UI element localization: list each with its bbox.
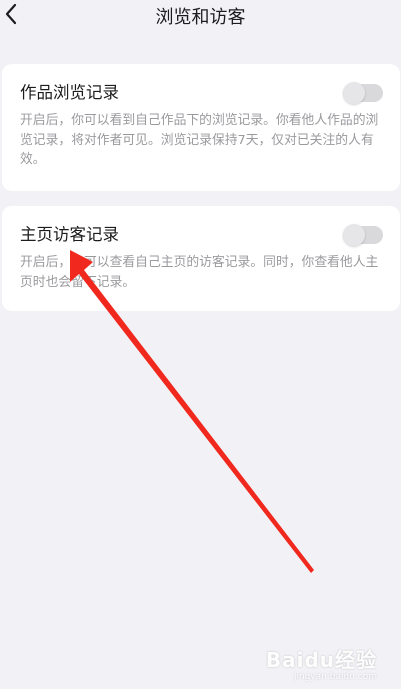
- setting-desc-homepage-visitors: 开启后，你可以查看自己主页的访客记录。同时，你查看他人主页时也会留下记录。: [20, 255, 379, 290]
- setting-card-homepage-visitors: 主页访客记录 开启后，你可以查看自己主页的访客记录。同时，你查看他人主页时也会留…: [2, 206, 400, 311]
- homepage-visitors-toggle[interactable]: [343, 224, 383, 246]
- header: 浏览和访客: [0, 0, 401, 30]
- page-title: 浏览和访客: [155, 7, 246, 28]
- watermark-logo: Baidu经验: [265, 648, 377, 672]
- setting-title-work-views: 作品浏览记录: [20, 83, 119, 102]
- toggle-knob: [343, 82, 365, 104]
- setting-title-homepage-visitors: 主页访客记录: [20, 225, 119, 244]
- toggle-knob: [343, 224, 365, 246]
- setting-desc-work-views: 开启后，你可以看到自己作品下的浏览记录。你看他人作品的浏览记录，将对作者可见。浏…: [20, 113, 379, 167]
- watermark-url: jingyan.baidu.com: [293, 672, 377, 682]
- setting-card-work-views: 作品浏览记录 开启后，你可以看到自己作品下的浏览记录。你看他人作品的浏览记录，将…: [2, 64, 400, 191]
- work-views-toggle[interactable]: [343, 82, 383, 104]
- watermark: Baidu经验 jingyan.baidu.com: [266, 648, 377, 683]
